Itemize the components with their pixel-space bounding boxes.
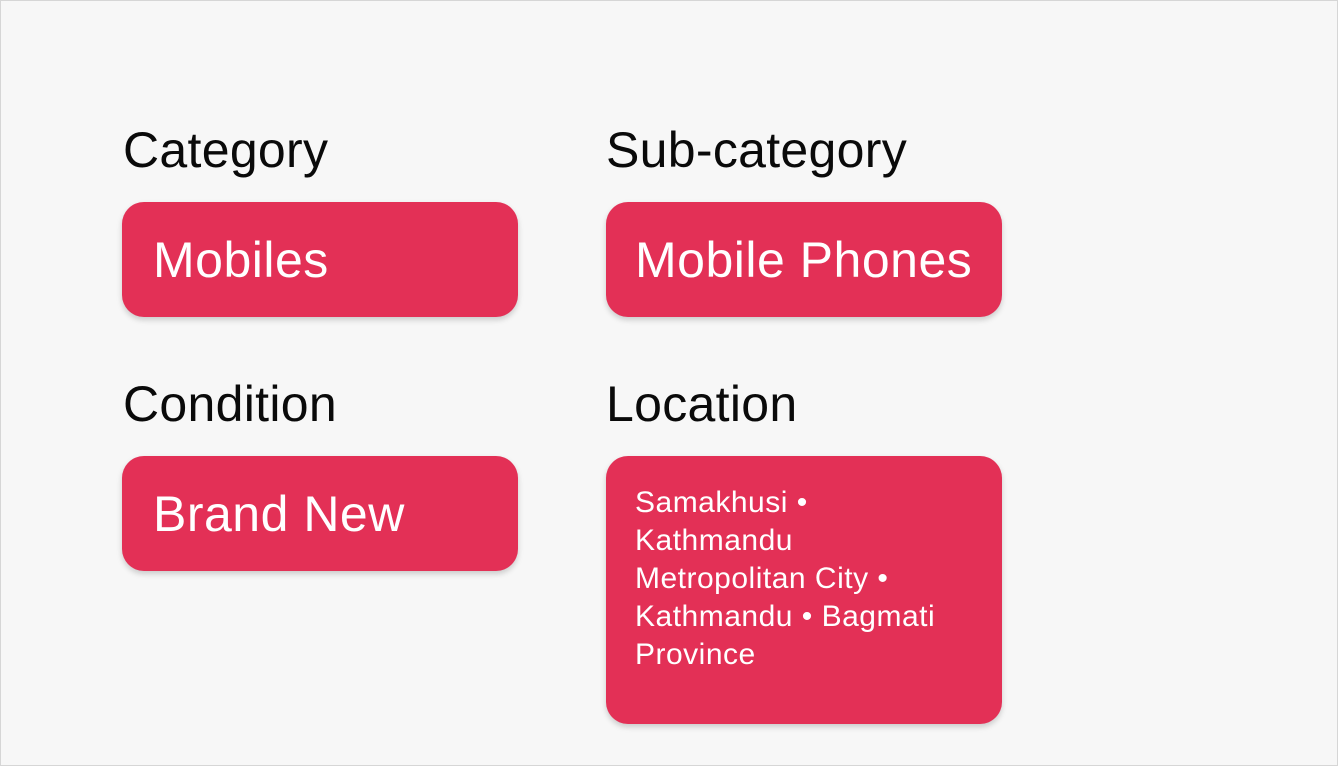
location-value: Samakhusi • Kathmandu Metropolitan City … — [635, 486, 936, 671]
location-chip[interactable]: Samakhusi • Kathmandu Metropolitan City … — [606, 456, 1002, 724]
category-label: Category — [123, 122, 329, 178]
subcategory-value: Mobile Phones — [635, 232, 973, 288]
category-chip[interactable]: Mobiles — [122, 202, 518, 317]
condition-label: Condition — [123, 376, 337, 432]
condition-value: Brand New — [153, 486, 405, 542]
condition-chip[interactable]: Brand New — [122, 456, 518, 571]
product-details-panel: Category Mobiles Sub-category Mobile Pho… — [0, 0, 1338, 766]
category-value: Mobiles — [153, 232, 329, 288]
subcategory-chip[interactable]: Mobile Phones — [606, 202, 1002, 317]
subcategory-label: Sub-category — [606, 122, 907, 178]
location-label: Location — [606, 376, 798, 432]
